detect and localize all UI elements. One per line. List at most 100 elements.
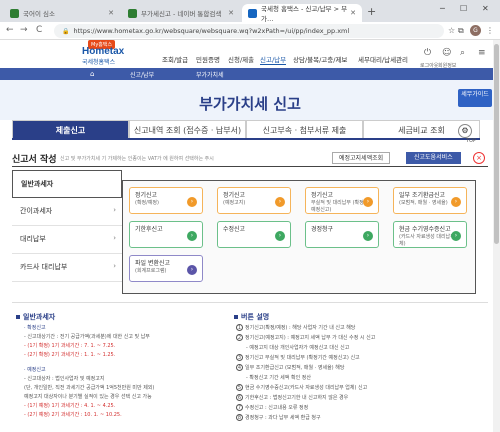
gnb-item[interactable]: 상담/불복/고충/제보 (293, 54, 347, 64)
info-line: · 확정신고 (24, 325, 46, 331)
explain-item: 4 일부 조기환급신고 (모범적, 매월 · 영세율) 해당 (236, 364, 345, 371)
back-icon[interactable]: ← (6, 25, 14, 35)
gnb-item[interactable]: 민원증명 (196, 54, 220, 64)
minimize-button[interactable]: ─ (440, 4, 445, 13)
gnb-item[interactable]: 신청/제출 (228, 54, 254, 64)
card-amended-filing[interactable]: 수정신고 › (217, 221, 291, 248)
close-tab-icon[interactable]: ✕ (228, 9, 234, 17)
maximize-button[interactable]: ☐ (460, 4, 467, 13)
menu-icon[interactable]: ≡ (478, 48, 486, 58)
chevron-right-icon: › (187, 197, 197, 207)
menu-label: 간이과세자 (20, 207, 53, 215)
menu-general[interactable]: 일반과세자 (12, 170, 122, 198)
breadcrumb-bar: ⌂ 신고/납부 부가가치세 (0, 68, 500, 80)
gnb-item[interactable]: 세무대리/납세관리 (358, 54, 408, 64)
tab-history[interactable]: 신고내역 조회 (접수증 · 납부서) (129, 120, 246, 138)
page-title: 부가가치세 신고 (199, 95, 301, 113)
member-icon[interactable]: ☺ (442, 48, 451, 58)
menu-label: 카드사 대리납부 (20, 263, 68, 271)
browser-tab-2[interactable]: 부가세신고 - 네이버 통합검색 ✕ (122, 4, 240, 22)
chevron-right-icon: › (187, 265, 197, 275)
info-line: - 신고대상기간 : 전기 공급가액(과세분)에 대한 신고 및 납부 (24, 334, 150, 340)
prepaid-tax-button[interactable]: 예정고지세액조회 (332, 152, 391, 164)
menu-card-proxy[interactable]: 카드사 대리납부 › (12, 254, 122, 282)
reload-icon[interactable]: C (36, 25, 42, 35)
hometax-logo[interactable]: Hometax 국세청홈택스 (82, 46, 124, 66)
top-button[interactable]: TOP (466, 138, 476, 144)
menu-label: 일반과세자 (21, 180, 54, 188)
explain-item: 1 정기신고(확정/예정) : 해당 사업자 기간 내 신고 해당 (236, 324, 356, 331)
close-window-button[interactable]: ✕ (482, 4, 489, 13)
settings-icon[interactable]: ⚙ (458, 124, 472, 138)
breadcrumb-item[interactable]: 부가가치세 (196, 70, 224, 79)
card-refund-claim[interactable]: 경정청구 › (305, 221, 379, 248)
tax-guide-button[interactable]: 세무가이드 (458, 89, 492, 107)
card-regular-nil[interactable]: 정기신고 무실적 및 대리납부 (확정기간 예정신고) › (305, 187, 379, 214)
help-service-button[interactable]: 신고도움서비스 (406, 152, 461, 164)
explain-item: 3 정기신고 무실적 및 대리납부 (확정기간 예정신고) 신고 (236, 354, 360, 361)
hometax-favicon-icon (248, 8, 257, 18)
explain-item: 2 정기신고(예정고지) : 예정고지 세액 납부 가 대신 수정 시 신고 (236, 334, 376, 341)
general-taxpayer-heading: 일반과세자 (16, 312, 55, 322)
explain-item: 7 수정신고 : 신고내용 오류 정정 (236, 404, 309, 411)
star-icon[interactable]: ☆ (448, 26, 455, 35)
lock-icon: 🔒 (62, 27, 70, 35)
chevron-right-icon: › (363, 231, 373, 241)
info-line: - (1기 예정) 1기 과세기간 : 4. 1. ~ 4.25. (24, 403, 116, 409)
menu-simplified[interactable]: 간이과세자 › (12, 198, 122, 226)
address-bar-row: ← → C 🔒 https://www.hometax.go.kr/websqu… (0, 22, 500, 40)
chevron-right-icon: › (113, 234, 116, 242)
browser-tab-3[interactable]: 국세청 홈택스 - 신고/납부 > 부가… ✕ (242, 4, 362, 23)
chevron-right-icon: › (363, 197, 373, 207)
main-tabs: 제출신고 신고내역 조회 (접수증 · 납부서) 신고부속 · 첨부서류 제출 … (12, 120, 480, 140)
logo-brand: Hometax (82, 46, 125, 57)
tab-submit[interactable]: 제출신고 (12, 120, 129, 138)
breadcrumb-item[interactable]: 신고/납부 (130, 70, 154, 79)
gnb-item[interactable]: 조회/발급 (162, 54, 188, 64)
close-tab-icon[interactable]: ✕ (108, 9, 114, 17)
browser-tab-title: 국어이 심소 (23, 10, 55, 18)
lower-divider (12, 302, 488, 303)
home-icon[interactable]: ⌂ (90, 70, 98, 78)
logo-sub: 국세청홈택스 (82, 59, 116, 66)
section-divider (12, 166, 488, 167)
url-text: https://www.hometax.go.kr/websquare/webs… (73, 27, 350, 35)
naver-favicon-icon (10, 8, 19, 18)
new-tab-button[interactable]: + (367, 5, 376, 18)
card-file-conversion[interactable]: 파일 변환신고 (회계프로그램) › (129, 255, 203, 282)
search-icon[interactable]: ⌕ (460, 48, 465, 58)
info-line: - (1기 확정) 1기 과세기간 : 7. 1. ~ 7.25. (24, 343, 116, 349)
card-early-refund[interactable]: 일부 조기환급신고 (모범적, 매월 · 영세율) › (393, 187, 467, 214)
tab-attachments[interactable]: 신고부속 · 첨부서류 제출 (246, 120, 363, 138)
explain-item: 6 기한후신고 : 법정신고기한 내 신고하지 않은 경우 (236, 394, 349, 401)
forward-icon[interactable]: → (20, 25, 28, 35)
close-icon[interactable]: × (473, 152, 485, 164)
section-title: 신고서 작성 (12, 155, 57, 165)
chevron-right-icon: › (451, 197, 461, 207)
scrollbar-thumb[interactable] (494, 44, 499, 244)
browser-menu-icon[interactable]: ⋮ (486, 26, 494, 35)
browser-tabstrip: 국어이 심소 ✕ 부가세신고 - 네이버 통합검색 ✕ 국세청 홈택스 - 신고… (0, 0, 500, 23)
profile-avatar[interactable]: G (470, 25, 481, 36)
info-line: - 신고대상자 : 법인사업자 및 예정고지 (24, 376, 105, 382)
chevron-right-icon: › (275, 197, 285, 207)
browser-tab-1[interactable]: 국어이 심소 ✕ (4, 4, 120, 22)
explain-item: - 예정고지 대상 개인사업자가 예정신고 대신 신고 (246, 345, 350, 351)
info-line: - (2기 예정) 2기 과세기간 : 10. 1. ~ 10.25. (24, 412, 122, 418)
chevron-right-icon: › (451, 231, 461, 241)
menu-proxy[interactable]: 대리납부 › (12, 226, 122, 254)
chevron-right-icon: › (187, 231, 197, 241)
info-line: (단, 개인일반, 직전 과세기간 공급가액 1억5천만원 미만 제외) (24, 385, 155, 391)
explain-item: - 확정신고 기간 세액 확인 정산 (246, 375, 311, 381)
close-tab-icon[interactable]: ✕ (350, 9, 356, 17)
logout-icon[interactable]: ⏻ (424, 48, 431, 58)
menu-label: 대리납부 (20, 235, 46, 243)
explain-item: 8 경정청구 : 과다 납부 세액 환급 청구 (236, 414, 321, 421)
extensions-icon[interactable]: ⧉ (458, 26, 464, 36)
gnb-item-active[interactable]: 신고/납부 (260, 54, 287, 65)
card-cash-receipt[interactable]: 현금 수기영수증신고 (카드사 자료생성 대리납부 업체) › (393, 221, 467, 248)
card-late-filing[interactable]: 기한후신고 › (129, 221, 203, 248)
url-field[interactable]: 🔒 https://www.hometax.go.kr/websquare/we… (54, 24, 444, 38)
card-regular-filing[interactable]: 정기신고 (확정/예정) › (129, 187, 203, 214)
card-regular-notice[interactable]: 정기신고 (예정고지) › (217, 187, 291, 214)
